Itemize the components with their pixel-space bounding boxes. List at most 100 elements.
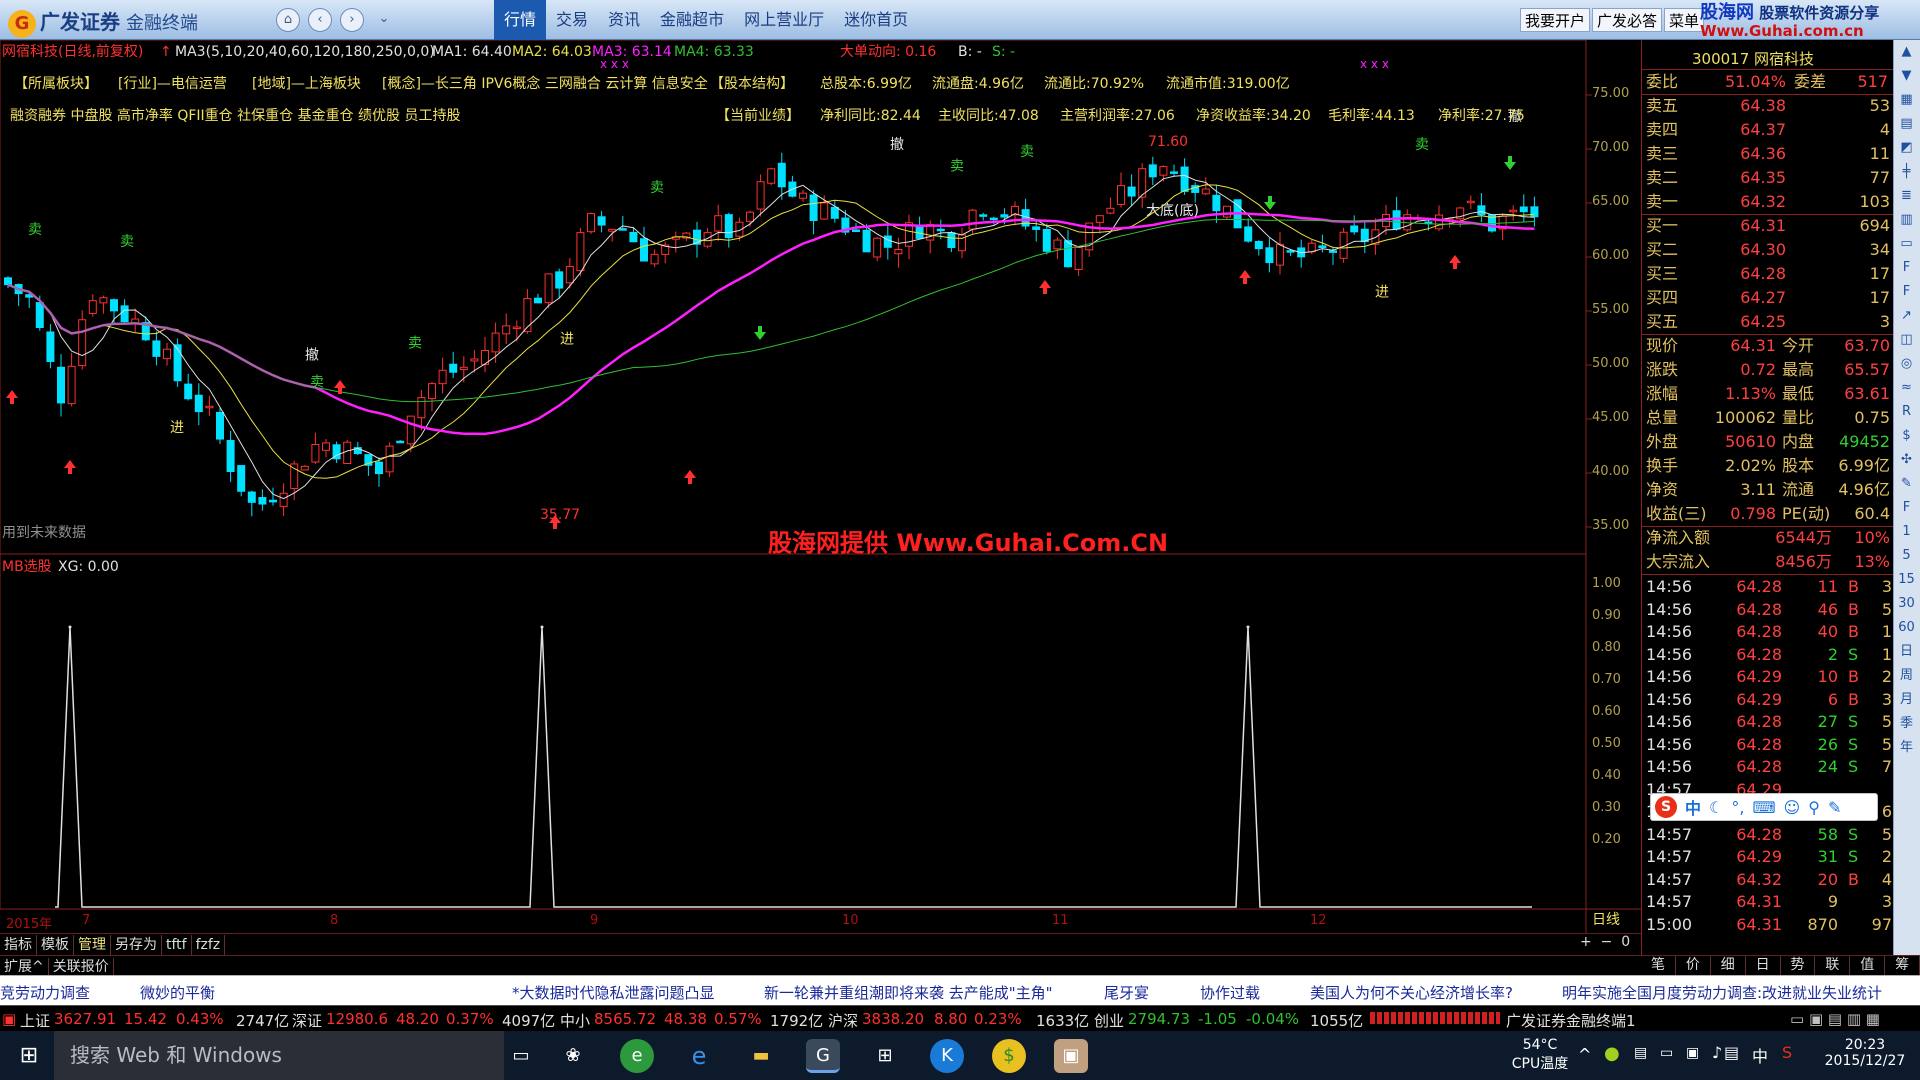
image-app-icon[interactable]: ▣ — [1054, 1039, 1088, 1073]
ime-indicator[interactable]: 中 — [1752, 1043, 1768, 1067]
grid-icon[interactable]: ▦ — [1894, 88, 1919, 112]
panel-tab[interactable]: 势 — [1781, 956, 1816, 975]
tray-printer-icon[interactable]: ▤ — [1634, 1045, 1647, 1061]
year-icon[interactable]: 年 — [1894, 736, 1919, 760]
punct-icon[interactable]: °, — [1731, 798, 1744, 817]
cy-label[interactable]: 创业 — [1094, 1010, 1124, 1031]
news-item[interactable]: 美国人为何不关心经济增长率? — [1310, 982, 1513, 1003]
tab-quotes[interactable]: 行情 — [494, 0, 547, 40]
tab-finance-market[interactable]: 金融超市 — [650, 0, 734, 40]
news-item[interactable]: 新一轮兼并重组潮即将来袭 去产能成"主角" — [764, 982, 1053, 1003]
quarter-icon[interactable]: 季 — [1894, 712, 1919, 736]
folder-icon[interactable]: ▬ — [744, 1039, 778, 1073]
zx-label[interactable]: 中小 — [560, 1010, 590, 1031]
f9-icon[interactable]: F — [1894, 256, 1919, 280]
tray-battery-icon[interactable]: ▭ — [1660, 1045, 1673, 1061]
sz-label[interactable]: 深证 — [292, 1010, 322, 1031]
keyboard-icon[interactable]: ⌨ — [1752, 798, 1775, 817]
sh-label[interactable]: 上证 — [20, 1010, 50, 1031]
tab-related-quotes[interactable]: 关联报价 — [49, 958, 114, 976]
tray-chevron-icon[interactable]: ^ — [1578, 1045, 1591, 1064]
circle-icon[interactable]: ◎ — [1894, 352, 1919, 376]
home-icon[interactable]: ⌂ — [276, 8, 300, 32]
tab-trade[interactable]: 交易 — [546, 0, 598, 40]
pen-icon[interactable]: ✎ — [1894, 472, 1919, 496]
f5-icon[interactable]: F — [1894, 496, 1919, 520]
ime-mode[interactable]: 中 — [1685, 795, 1701, 819]
news-item[interactable]: 协作过载 — [1200, 982, 1260, 1003]
news-item[interactable]: *大数据时代隐私泄露问题凸显 — [512, 982, 715, 1003]
news-item[interactable]: 尾牙宴 — [1104, 982, 1149, 1003]
k15-icon[interactable]: 15 — [1894, 568, 1919, 592]
f10-icon[interactable]: F — [1894, 280, 1919, 304]
tab-news[interactable]: 资讯 — [598, 0, 650, 40]
trend-icon[interactable]: ↗ — [1894, 304, 1919, 328]
day-icon[interactable]: 日 — [1894, 640, 1919, 664]
store-icon[interactable]: ⊞ — [868, 1039, 902, 1073]
period-label[interactable]: 日线 — [1592, 912, 1620, 928]
windows-start-icon[interactable]: ⊞ — [12, 1039, 46, 1073]
window-controls-icon[interactable]: ▭ ▣ ▤ ▥ ▦ — [1790, 1010, 1880, 1028]
wrench-icon[interactable]: ✎ — [1828, 798, 1841, 817]
tab-fzfz[interactable]: fzfz — [192, 935, 226, 955]
chart-canvas[interactable]: 卖卖卖卖卖卖卖 卖进进进撤撤撤x x xx x x — [0, 40, 1641, 940]
k30-icon[interactable]: 30 — [1894, 592, 1919, 616]
back-icon[interactable]: ‹ — [308, 8, 332, 32]
volume-icon[interactable]: ♪ — [1712, 1043, 1722, 1062]
doc-icon[interactable]: ▭ — [1894, 232, 1919, 256]
forward-icon[interactable]: › — [340, 8, 364, 32]
apps-icon[interactable]: ❀ — [556, 1039, 590, 1073]
sogou-tray-icon[interactable]: S — [1782, 1043, 1792, 1062]
tab-mini-home[interactable]: 迷你首页 — [834, 0, 918, 40]
k-app-icon[interactable]: K — [930, 1039, 964, 1073]
k5-icon[interactable]: 5 — [1894, 544, 1919, 568]
zoom-controls[interactable]: + − 0 — [1580, 934, 1630, 950]
calendar-icon[interactable]: ▤ — [1894, 112, 1919, 136]
scroll-up-icon[interactable]: ▲ — [1894, 40, 1919, 64]
tab-tftf[interactable]: tftf — [162, 935, 192, 955]
tray-app-icon[interactable]: ● — [1604, 1043, 1620, 1064]
hs-label[interactable]: 沪深 — [828, 1010, 858, 1031]
tab-template[interactable]: 模板 — [37, 935, 74, 955]
news-item[interactable]: 明年实施全国月度劳动力调查:改进就业失业统计 — [1562, 982, 1882, 1003]
panel-tab[interactable]: 细 — [1711, 956, 1746, 975]
k60-icon[interactable]: 60 — [1894, 616, 1919, 640]
tab-manage[interactable]: 管理 — [74, 935, 111, 955]
coin-app-icon[interactable]: $ — [992, 1039, 1026, 1073]
rsi-icon[interactable]: R — [1894, 400, 1919, 424]
edge-icon[interactable]: e — [682, 1039, 716, 1073]
chart-icon[interactable]: ◩ — [1894, 136, 1919, 160]
task-view-icon[interactable]: ▭ — [504, 1039, 538, 1073]
panel-tab[interactable]: 日 — [1746, 956, 1781, 975]
list-icon[interactable]: ≣ — [1894, 184, 1919, 208]
tab-extend[interactable]: 扩展^ — [0, 958, 49, 976]
tab-indicator[interactable]: 指标 — [0, 935, 37, 955]
panel-tab[interactable]: 价 — [1676, 956, 1711, 975]
clock[interactable]: 20:23 2015/12/27 — [1820, 1037, 1910, 1069]
ime-toolbar[interactable]: S 中 ☾ °, ⌨ ☺ ⚲ ✎ — [1650, 793, 1878, 821]
k1-icon[interactable]: 1 — [1894, 520, 1919, 544]
faq-button[interactable]: 广发必答 — [1592, 8, 1663, 32]
expand-down-icon[interactable]: ⌄ — [372, 8, 396, 32]
panel-tab[interactable]: 筹 — [1885, 956, 1920, 975]
panel-tab[interactable]: 联 — [1815, 956, 1851, 975]
shirt-icon[interactable]: ⚲ — [1808, 798, 1820, 817]
kline-chart-area[interactable]: 卖卖卖卖卖卖卖卖进进进撤撤撤x x xx x x 网宿科技(日线,前复权) ↑ … — [0, 40, 1641, 940]
moon-icon[interactable]: ☾ — [1709, 798, 1723, 817]
sogou-icon[interactable]: S — [1655, 796, 1677, 818]
gf-terminal-icon[interactable]: G — [806, 1039, 840, 1073]
browser-360-icon[interactable]: e — [620, 1039, 654, 1073]
user-icon[interactable]: ☺ — [1784, 798, 1801, 817]
taskbar-search[interactable]: 搜索 Web 和 Windows — [54, 1031, 504, 1080]
compare-icon[interactable]: ◫ — [1894, 328, 1919, 352]
flow-icon[interactable]: ≈ — [1894, 376, 1919, 400]
tab-online-office[interactable]: 网上营业厅 — [734, 0, 834, 40]
panel-tab[interactable]: 笔 — [1641, 956, 1676, 975]
news-item[interactable]: 竞劳动力调查 — [0, 982, 90, 1003]
month-icon[interactable]: 月 — [1894, 688, 1919, 712]
money-icon[interactable]: $ — [1894, 424, 1919, 448]
scroll-down-icon[interactable]: ▼ — [1894, 64, 1919, 88]
tray-network-icon[interactable]: ▣ — [1686, 1045, 1699, 1061]
week-icon[interactable]: 周 — [1894, 664, 1919, 688]
table-icon[interactable]: ▥ — [1894, 208, 1919, 232]
